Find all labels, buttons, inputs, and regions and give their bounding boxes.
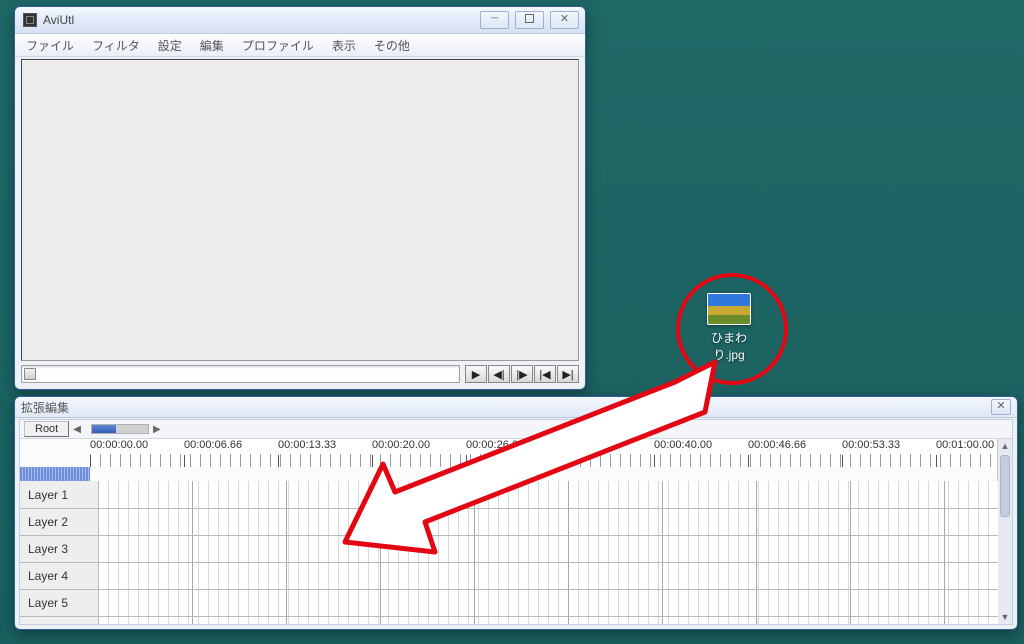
layer-area[interactable] (99, 617, 998, 624)
ruler-tick: 00:00:20.00 (372, 439, 430, 451)
zoom-left-icon: ◀ (73, 424, 81, 435)
file-name: ひまわり.jpg (711, 331, 747, 362)
menu-edit[interactable]: 編集 (193, 36, 231, 55)
ruler-tick: 00:00:46.66 (748, 439, 806, 451)
menu-file[interactable]: ファイル (19, 36, 81, 55)
ruler-tick: 00:00:53.33 (842, 439, 900, 451)
app-icon (23, 13, 37, 27)
play-button[interactable]: ▶ (465, 365, 487, 383)
menu-other[interactable]: その他 (367, 36, 417, 55)
layer-row[interactable]: Layer 1 (20, 481, 998, 508)
ruler-tick: 00:00:40.00 (654, 439, 712, 451)
ruler-tick: 00:00:00.00 (90, 439, 148, 451)
ext-close-button[interactable]: ✕ (991, 399, 1011, 415)
preview-area (21, 59, 579, 361)
step-back-button[interactable]: ◀| (488, 365, 510, 383)
layer-area[interactable] (99, 563, 998, 589)
ext-title: 拡張編集 (21, 399, 991, 416)
close-button[interactable]: ✕ (550, 11, 579, 29)
timeline-vscrollbar[interactable]: ▲ ▼ (997, 439, 1012, 624)
ruler-tick: 00:01:00.00 (936, 439, 994, 451)
step-fwd-button[interactable]: |▶ (511, 365, 533, 383)
layer-label: Layer 3 (20, 536, 99, 562)
menu-filter[interactable]: フィルタ (85, 36, 147, 55)
desktop-file[interactable]: ひまわり.jpg (698, 293, 760, 363)
menu-profile[interactable]: プロファイル (235, 36, 321, 55)
maximize-button[interactable] (515, 11, 544, 29)
minimize-button[interactable]: ─ (480, 11, 509, 29)
main-titlebar[interactable]: AviUtl ─ ✕ (15, 7, 585, 34)
main-menubar: ファイル フィルタ 設定 編集 プロファイル 表示 その他 (15, 34, 585, 57)
layer-row[interactable]: Layer 2 (20, 508, 998, 535)
extended-edit-window: 拡張編集 ✕ Root ◀ ▶ 00:00:00.00 00:00:06.66 … (14, 396, 1018, 630)
scroll-up-icon[interactable]: ▲ (998, 439, 1012, 453)
zoom-right-icon: ▶ (153, 424, 161, 435)
layer-area[interactable] (99, 509, 998, 535)
ext-titlebar[interactable]: 拡張編集 ✕ (15, 397, 1017, 418)
layer-row[interactable]: Layer 5 (20, 589, 998, 616)
layer-area[interactable] (99, 590, 998, 616)
timeline-tracks[interactable]: Layer 1 Layer 2 Layer 3 Layer 4 Layer 5 (20, 467, 998, 624)
root-button[interactable]: Root (24, 421, 69, 437)
layer-area[interactable] (99, 481, 998, 508)
aviutl-main-window: AviUtl ─ ✕ ファイル フィルタ 設定 編集 プロファイル 表示 その他… (14, 6, 586, 390)
file-thumbnail-icon (707, 293, 751, 325)
layer-label: Layer 1 (20, 481, 99, 508)
ruler-tick: 00:00:33.33 (560, 439, 618, 451)
layer-label: Layer 2 (20, 509, 99, 535)
playback-controls: ▶ ◀| |▶ |◀ ▶| (21, 365, 579, 383)
desktop: AviUtl ─ ✕ ファイル フィルタ 設定 編集 プロファイル 表示 その他… (0, 0, 1024, 644)
timeline-ruler[interactable]: 00:00:00.00 00:00:06.66 00:00:13.33 00:0… (90, 439, 998, 467)
ext-toolbar: Root ◀ ▶ (20, 420, 1012, 439)
layer-label: Layer 6 (20, 617, 99, 624)
ruler-tick: 00:00:13.33 (278, 439, 336, 451)
scroll-down-icon[interactable]: ▼ (998, 610, 1012, 624)
layer-area[interactable] (99, 536, 998, 562)
layer-row[interactable]: Layer 4 (20, 562, 998, 589)
menu-setting[interactable]: 設定 (151, 36, 189, 55)
zoom-slider[interactable] (91, 424, 149, 434)
scroll-thumb[interactable] (1000, 455, 1010, 517)
to-start-button[interactable]: |◀ (534, 365, 556, 383)
layer-label: Layer 4 (20, 563, 99, 589)
layer-row[interactable]: Layer 6 (20, 616, 998, 624)
ruler-tick: 00:00:06.66 (184, 439, 242, 451)
menu-view[interactable]: 表示 (325, 36, 363, 55)
to-end-button[interactable]: ▶| (557, 365, 579, 383)
layer-label: Layer 5 (20, 590, 99, 616)
ruler-tick: 00:00:26.66 (466, 439, 524, 451)
seek-slider[interactable] (21, 365, 460, 383)
ext-body: Root ◀ ▶ 00:00:00.00 00:00:06.66 00:00:1… (19, 419, 1013, 625)
layer-row[interactable]: Layer 3 (20, 535, 998, 562)
main-title: AviUtl (43, 13, 480, 27)
